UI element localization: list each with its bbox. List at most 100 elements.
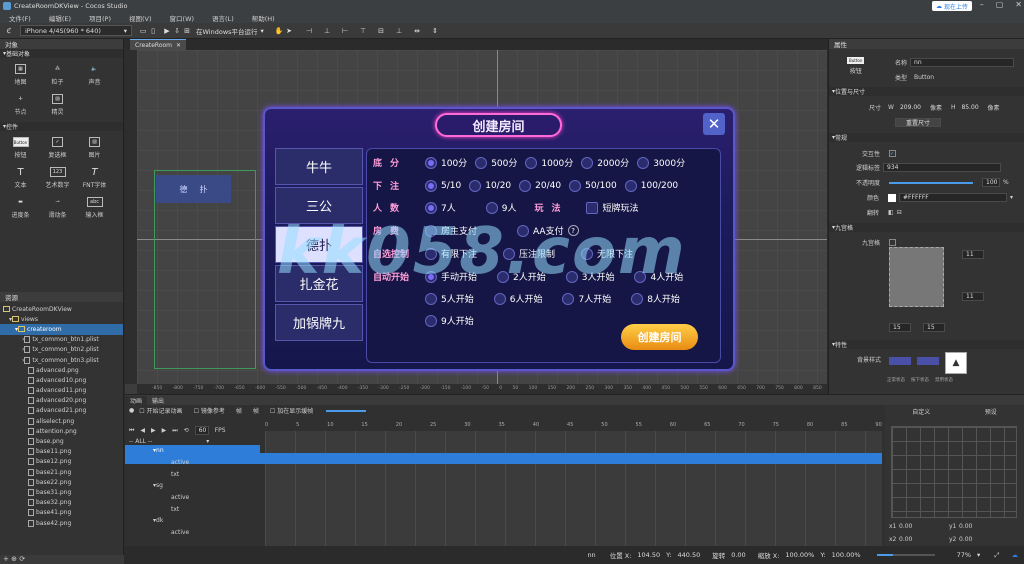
timeline-node[interactable]: ▾ nn [125,445,260,457]
timeline-node[interactable]: ▾ sg [125,480,260,492]
option-radio[interactable]: 8人开始 [631,292,680,305]
option-radio[interactable]: 7人 [425,201,456,214]
align-middle-icon[interactable]: ⊟ [376,27,386,35]
dk-button-node[interactable]: 德扑 [156,175,231,203]
close-icon[interactable]: ✕ [176,42,181,49]
section-feature[interactable]: ▾ 特性 [829,340,1024,349]
tree-item[interactable]: advanced11.png [0,386,123,396]
dialog-close-button[interactable]: ✕ [703,113,725,135]
tab-jiaguo-paijiu[interactable]: 加锅牌九 [275,304,363,341]
mirror-checkbox[interactable]: ☐ 镜像参考 [194,406,225,415]
filter-select[interactable]: -- ALL -- ▾ [129,438,209,445]
align-top-icon[interactable]: ⊤ [358,27,368,35]
create-room-button[interactable]: 创建房间 [621,324,698,350]
first-frame-icon[interactable]: ⏮ [129,427,134,435]
last-frame-icon[interactable]: ⏭ [172,427,177,435]
nine-slice-checkbox[interactable] [889,239,897,246]
tab-animation[interactable]: 动画 [125,395,148,405]
flip-v-icon[interactable]: ⊟ [897,209,902,216]
fps-input[interactable]: 60 [194,426,209,435]
name-input[interactable]: nn [910,58,1015,67]
refresh-icon[interactable]: ⟳ [19,555,25,563]
tree-item[interactable]: base31.png [0,487,123,497]
import-icon[interactable]: ⊕ [11,555,17,563]
portrait-icon[interactable]: ▯ [148,27,158,35]
nine-slice-right[interactable]: 15 [923,323,945,332]
record-animation-checkbox[interactable]: ☐ 开始记录动画 [139,406,182,415]
control-checkbox[interactable]: ✓ 复选框 [39,133,76,163]
bg-state-normal[interactable] [889,357,911,365]
opacity-slider[interactable] [889,181,974,184]
play-icon[interactable]: ▶ [151,427,156,434]
x2-input[interactable]: 0.00 [899,536,949,543]
timeline-node[interactable]: ▾ dk [125,515,260,527]
option-radio[interactable]: 2000分 [581,156,629,169]
zoom-slider[interactable] [876,554,935,556]
distribute-h-icon[interactable]: ⇹ [412,27,422,35]
prev-frame-icon[interactable]: ◀ [140,427,145,434]
zoom-select[interactable]: 77% [957,551,971,559]
tree-item[interactable]: ▾ createroom [0,324,123,335]
section-position[interactable]: ▾ 位置与尺寸 [829,87,1024,96]
option-radio[interactable]: 10/20 [469,179,511,192]
next-frame-icon[interactable]: ▶ [162,427,167,434]
section-controls[interactable]: ▾ 控件 [0,122,123,131]
control-input[interactable]: abc 输入框 [76,193,113,223]
color-swatch[interactable] [888,193,897,202]
object-sprite[interactable]: ▨ 精灵 [39,90,76,120]
menu-language[interactable]: 语言(L) [203,13,243,23]
align-left-icon[interactable]: ⊣ [304,27,314,35]
chevron-down-icon[interactable]: ▾ [977,551,980,559]
option-radio[interactable]: 5人开始 [425,292,474,305]
close-icon[interactable]: ✕ [1015,0,1022,9]
nine-slice-left[interactable]: 15 [889,323,911,332]
tab-custom[interactable]: 自定义 [912,407,930,416]
option-radio[interactable]: 100/200 [624,179,678,192]
option-radio[interactable]: 7人开始 [562,292,611,305]
bg-state-disabled[interactable]: ▲ [945,352,967,374]
control-art-number[interactable]: 123 艺术数字 [39,163,76,193]
upload-button[interactable]: ☁ 现在上传 [931,1,972,11]
tree-item[interactable]: › tx_common_btn3.plist [0,355,123,365]
tree-item[interactable]: attention.png [0,426,123,436]
timeline-node[interactable]: txt [125,468,260,480]
pointer-tool-icon[interactable]: ➤ [284,27,294,35]
y1-input[interactable]: 0.00 [959,523,999,530]
x1-input[interactable]: 0.00 [899,523,949,530]
minimize-icon[interactable]: – [980,0,984,9]
play-icon[interactable]: ▶ [162,27,172,35]
export-icon[interactable]: ⇩ [172,27,182,35]
option-checkbox[interactable]: 短牌玩法 [586,201,638,214]
object-particle[interactable]: ⁂ 粒子 [39,60,76,90]
timeline-zoom-slider[interactable] [326,409,367,412]
chevron-down-icon[interactable]: ▾ [1010,194,1013,201]
width-input[interactable]: 209.00 [897,103,927,112]
tree-item[interactable]: CreateRoomDKView [0,304,123,314]
option-radio[interactable]: 6人开始 [493,292,542,305]
menu-file[interactable]: 文件(F) [0,13,40,23]
design-canvas[interactable]: 德扑 创建房间 ✕ 牛牛 三公 德扑 扎金花 加锅牌九 底分 100分 500分… [137,50,827,384]
tree-item[interactable]: base22.png [0,477,123,487]
tree-item[interactable]: advanced21.png [0,406,123,416]
control-fnt[interactable]: T FNT字体 [76,163,113,193]
reset-size-button[interactable]: 重置尺寸 [895,118,941,127]
timeline-node[interactable]: active [125,492,260,504]
tree-item[interactable]: advanced.png [0,365,123,375]
option-radio[interactable]: 3000分 [637,156,685,169]
object-node[interactable]: ✛ 节点 [2,90,39,120]
tree-item[interactable]: base.png [0,436,123,446]
timeline-node[interactable]: active [125,457,260,469]
fit-screen-icon[interactable]: ⤢ [994,551,999,560]
tab-niuniu[interactable]: 牛牛 [275,148,363,185]
timeline-node[interactable]: active [125,527,260,539]
add-icon[interactable]: + [3,555,9,563]
record-icon[interactable]: ● [129,407,134,414]
bg-state-pressed[interactable] [917,357,939,365]
interactive-checkbox[interactable]: ✓ [889,150,897,157]
option-radio[interactable]: 50/100 [569,179,617,192]
tab-output[interactable]: 输出 [147,396,169,405]
device-select[interactable]: iPhone 4/4S(960 * 640) ▾ [20,25,132,36]
control-image[interactable]: ▨ 图片 [76,133,113,163]
tab-preset[interactable]: 预设 [985,407,997,416]
nine-slice-top[interactable]: 11 [962,250,984,259]
